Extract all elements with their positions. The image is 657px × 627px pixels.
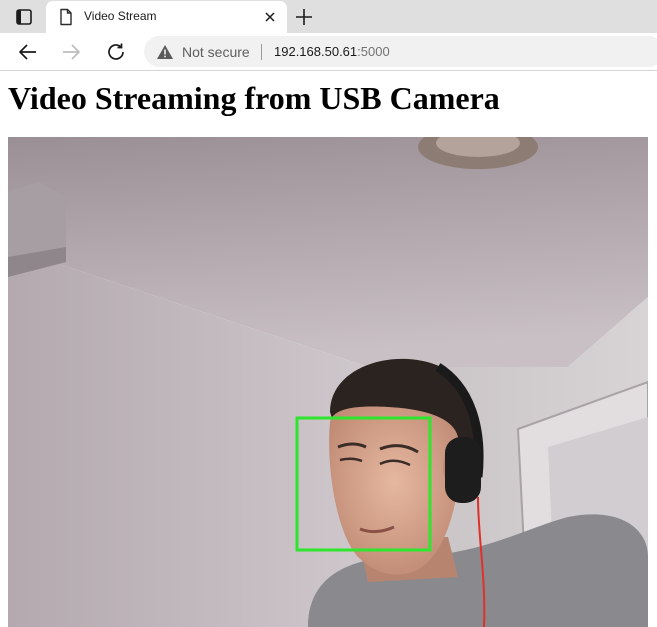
tab-actions-icon[interactable] (10, 6, 38, 28)
page-title: Video Streaming from USB Camera (8, 80, 500, 116)
video-frame (8, 137, 648, 627)
warning-triangle-icon[interactable] (156, 44, 174, 60)
video-stream (8, 137, 648, 627)
browser-tab-video-stream[interactable]: Video Stream (46, 1, 287, 33)
page-document-icon (60, 8, 72, 26)
address-bar[interactable]: Not secure 192.168.50.61:5000 (144, 36, 657, 67)
forward-arrow-icon[interactable] (60, 41, 82, 63)
url-text[interactable]: 192.168.50.61:5000 (274, 44, 390, 59)
not-secure-label[interactable]: Not secure (182, 44, 250, 60)
back-arrow-icon[interactable] (17, 41, 39, 63)
tab-title: Video Stream (84, 9, 157, 23)
reload-icon[interactable] (105, 41, 127, 63)
plus-icon[interactable] (294, 7, 314, 27)
url-port: :5000 (357, 44, 390, 59)
close-icon[interactable] (263, 10, 277, 24)
url-host: 192.168.50.61 (274, 44, 358, 59)
headphones-earcup (445, 437, 481, 503)
address-divider (261, 44, 262, 60)
browser-tab-strip: Video Stream (0, 0, 657, 33)
browser-toolbar: Not secure 192.168.50.61:5000 (0, 33, 657, 71)
